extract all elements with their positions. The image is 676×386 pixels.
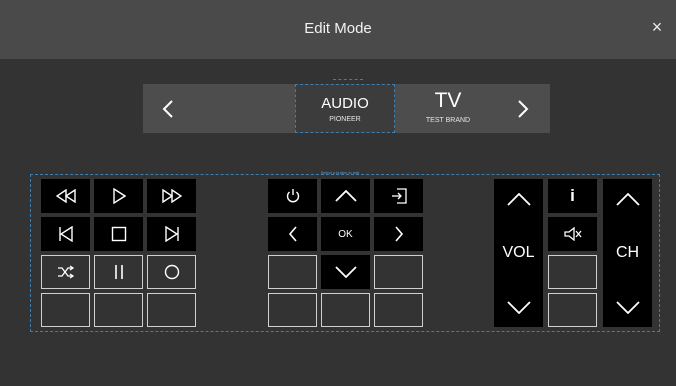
right-button[interactable] — [374, 217, 423, 251]
empty-slot-button[interactable] — [374, 255, 423, 289]
skip-next-icon — [164, 226, 179, 242]
volume-rocker: VOL — [494, 179, 543, 327]
skip-previous-icon — [58, 226, 73, 242]
pause-button[interactable] — [94, 255, 143, 289]
title-bar: Edit Mode × — [0, 0, 676, 59]
fast-forward-button[interactable] — [147, 179, 196, 213]
empty-slot-button[interactable] — [147, 293, 196, 327]
rewind-button[interactable] — [41, 179, 90, 213]
channel-label-area: CH — [603, 233, 652, 273]
volume-up-button[interactable] — [494, 179, 543, 219]
power-button[interactable] — [268, 179, 317, 213]
empty-slot-button[interactable] — [321, 293, 370, 327]
device-name: TV — [434, 89, 462, 112]
info-label: i — [570, 186, 575, 205]
close-button[interactable]: × — [648, 18, 666, 36]
device-brand: TEST BRAND — [425, 117, 471, 124]
info-button[interactable]: i — [548, 179, 597, 213]
input-icon — [391, 188, 407, 204]
ok-label: OK — [338, 228, 353, 240]
device-brand: PIONEER — [329, 116, 361, 123]
channel-rocker: CH — [603, 179, 652, 327]
prev-device-button[interactable] — [148, 84, 188, 133]
fast-forward-icon — [161, 189, 182, 203]
skip-next-button[interactable] — [147, 217, 196, 251]
empty-slot-button[interactable] — [268, 293, 317, 327]
chevron-down-icon — [506, 300, 531, 314]
channel-down-button[interactable] — [603, 287, 652, 327]
empty-slot-button[interactable] — [374, 293, 423, 327]
volume-label-area: VOL — [494, 233, 543, 273]
chevron-right-icon — [394, 226, 403, 242]
stop-button[interactable] — [94, 217, 143, 251]
ok-button[interactable]: OK — [321, 217, 370, 251]
channel-up-button[interactable] — [603, 179, 652, 219]
record-button[interactable] — [147, 255, 196, 289]
power-icon — [286, 189, 299, 203]
volume-down-button[interactable] — [494, 287, 543, 327]
channel-label: CH — [615, 244, 640, 261]
input-button[interactable] — [374, 179, 423, 213]
play-icon — [112, 188, 126, 204]
left-button[interactable] — [268, 217, 317, 251]
chevron-left-icon — [162, 99, 173, 118]
device-selector: AUDIO PIONEER TV TEST BRAND — [143, 84, 550, 133]
device-name: AUDIO — [321, 95, 369, 112]
chevron-up-icon — [615, 192, 640, 206]
device-audio[interactable]: AUDIO PIONEER — [295, 84, 395, 133]
shuffle-button[interactable] — [41, 255, 90, 289]
record-icon — [164, 264, 179, 280]
empty-slot-button[interactable] — [94, 293, 143, 327]
pause-icon — [114, 265, 123, 279]
play-button[interactable] — [94, 179, 143, 213]
device-tv[interactable]: TV TEST BRAND — [398, 84, 498, 133]
chevron-up-icon — [334, 190, 357, 202]
mute-button[interactable] — [548, 217, 597, 251]
device-hint-line — [333, 79, 363, 82]
chevron-left-icon — [288, 226, 297, 242]
empty-slot-button[interactable] — [548, 255, 597, 289]
empty-slot-button[interactable] — [268, 255, 317, 289]
mute-icon — [563, 227, 581, 241]
down-button[interactable] — [321, 255, 370, 289]
up-button[interactable] — [321, 179, 370, 213]
skip-previous-button[interactable] — [41, 217, 90, 251]
stop-icon — [111, 226, 126, 242]
volume-label: VOL — [502, 244, 535, 261]
empty-slot-button[interactable] — [548, 293, 597, 327]
next-device-button[interactable] — [503, 84, 543, 133]
chevron-down-icon — [334, 266, 357, 278]
chevron-up-icon — [506, 192, 531, 206]
rewind-icon — [55, 189, 76, 203]
page-title: Edit Mode — [304, 20, 372, 37]
shuffle-icon — [57, 265, 74, 279]
chevron-right-icon — [518, 99, 529, 118]
chevron-down-icon — [615, 300, 640, 314]
editor-hint: Select a button to edit — [320, 170, 360, 175]
empty-slot-button[interactable] — [41, 293, 90, 327]
